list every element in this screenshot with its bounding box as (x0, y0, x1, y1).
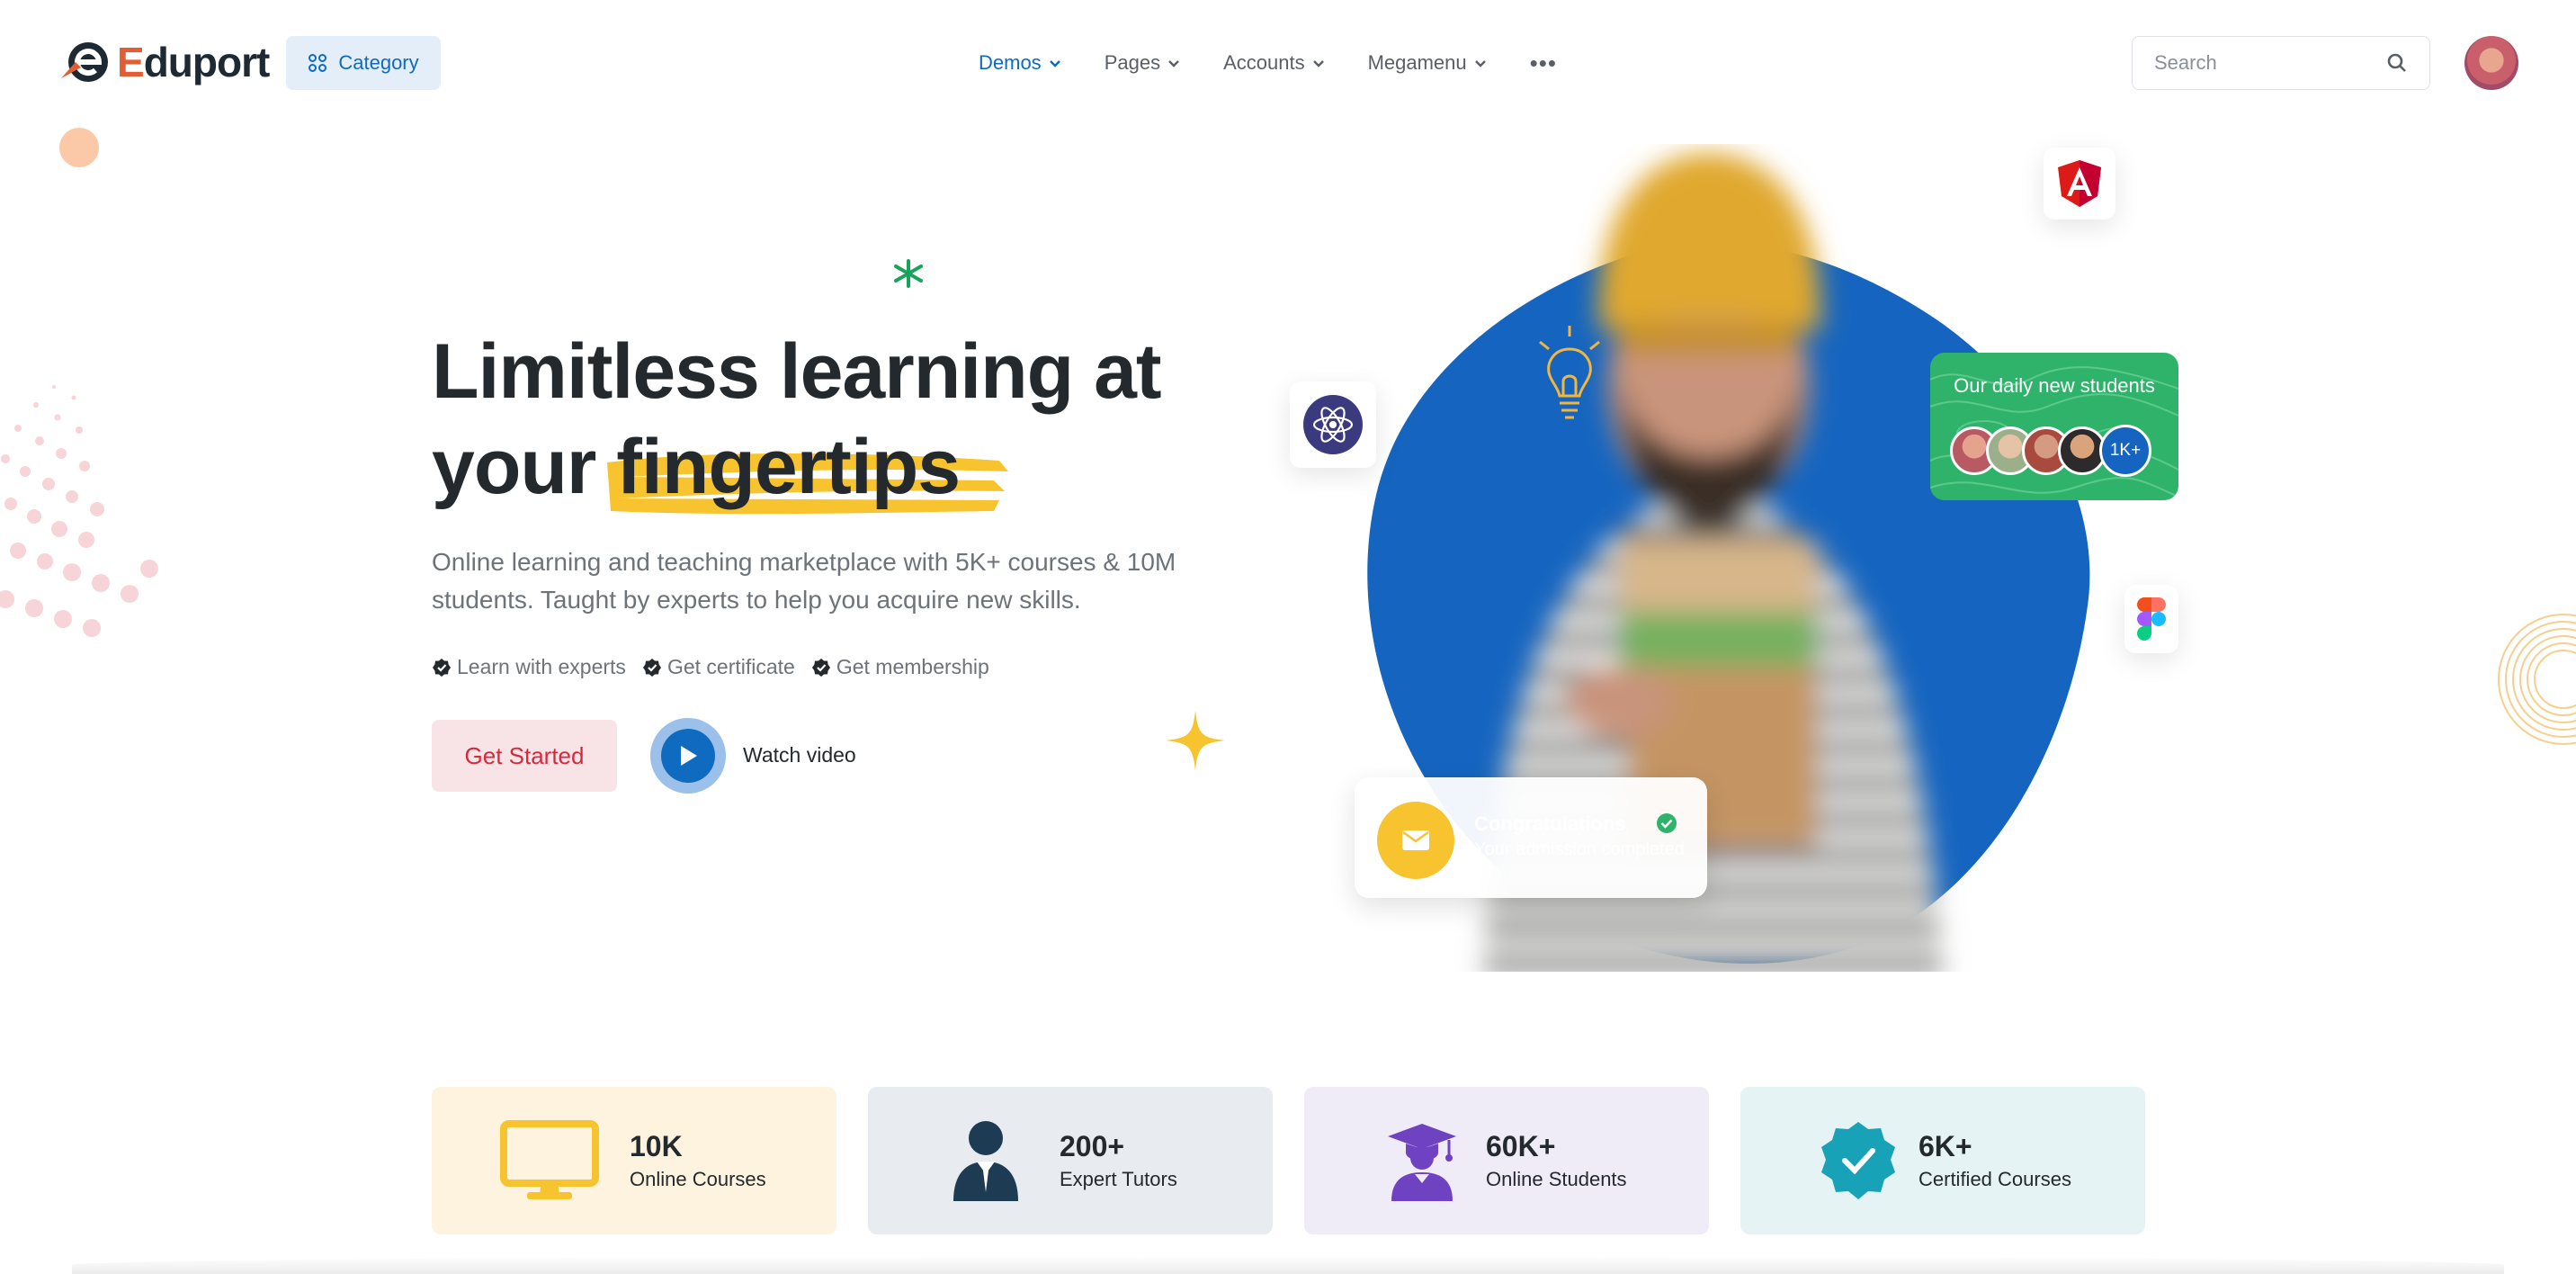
certificate-badge-icon (1821, 1122, 1895, 1199)
user-avatar[interactable] (2464, 36, 2518, 90)
hero-features: Learn with experts Get certificate Get m… (432, 655, 989, 679)
patch-check-icon (433, 658, 451, 677)
decor-peach-dot (59, 128, 99, 167)
react-atom-badge (1303, 395, 1363, 454)
main-nav: Demos Pages Accounts Megamenu ••• (979, 36, 1557, 90)
hero-title: Limitless learning at your fingertips (432, 324, 1241, 515)
nav-pages-label: Pages (1104, 51, 1161, 74)
stat-card-tutors: 200+ Expert Tutors (868, 1087, 1273, 1234)
brand-name-initial: E (117, 39, 145, 85)
play-icon (681, 746, 697, 766)
envelope-icon (1402, 830, 1429, 850)
nav-demos[interactable]: Demos (979, 51, 1061, 75)
play-button-inner (661, 729, 715, 783)
hero-description: Online learning and teaching marketplace… (432, 548, 1176, 614)
decor-green-star-icon (894, 259, 923, 288)
nav-megamenu[interactable]: Megamenu (1368, 51, 1487, 75)
patch-check-icon (642, 658, 661, 677)
stat-label: Online Students (1486, 1168, 1627, 1190)
more-menu-icon[interactable]: ••• (1530, 51, 1557, 75)
feature-item: Get certificate (642, 655, 795, 679)
stat-card-courses: 10K Online Courses (432, 1087, 836, 1234)
brand-logo[interactable]: Eduport (58, 36, 271, 88)
nav-megamenu-label: Megamenu (1367, 51, 1467, 74)
nav-demos-label: Demos (979, 51, 1042, 74)
hero-title-line1: Limitless learning at (432, 328, 1162, 415)
chevron-down-icon (1312, 60, 1324, 67)
decor-yellow-sparkle-icon (1166, 711, 1225, 770)
logo-icon (61, 42, 108, 82)
watch-video-link[interactable]: Watch video (743, 743, 856, 767)
graduate-icon (1388, 1124, 1456, 1201)
chevron-down-icon (1049, 60, 1060, 67)
figma-icon (2137, 597, 2166, 641)
chevron-down-icon (1168, 60, 1179, 67)
stat-value: 10K (630, 1130, 683, 1162)
feature-label: Get certificate (666, 655, 795, 678)
feature-item: Learn with experts (432, 655, 626, 679)
stat-card-certified: 6K+ Certified Courses (1740, 1087, 2145, 1234)
daily-students-card: Our daily new students 1K+ (1930, 353, 2178, 500)
bottom-shadow (72, 1256, 2504, 1274)
nav-accounts-label: Accounts (1223, 51, 1305, 74)
category-label: Category (338, 51, 419, 74)
site-header: Eduport Category Demos Pages Accounts Me… (0, 0, 2576, 126)
envelope-badge (1377, 802, 1454, 879)
stat-card-students: 60K+ Online Students (1304, 1087, 1709, 1234)
tutor-icon (953, 1121, 1018, 1201)
congrats-title: Congratulations (1474, 812, 1626, 835)
stat-label: Expert Tutors (1060, 1168, 1177, 1190)
hero-title-highlight-wrap: fingertips (607, 419, 1009, 515)
nav-pages[interactable]: Pages (1105, 51, 1180, 75)
stat-label: Online Courses (630, 1168, 766, 1190)
figma-logo-card (2124, 585, 2178, 653)
congrats-subtitle: Your admission completed (1474, 839, 1685, 859)
nav-accounts[interactable]: Accounts (1223, 51, 1325, 75)
brand-name: Eduport (117, 38, 271, 86)
check-circle-icon (1657, 813, 1677, 833)
students-card-title: Our daily new students (1954, 374, 2155, 397)
get-started-button[interactable]: Get Started (432, 720, 617, 792)
stat-value: 200+ (1060, 1130, 1125, 1162)
stat-value: 60K+ (1486, 1130, 1556, 1162)
decor-orange-rings (2498, 614, 2576, 745)
feature-item: Get membership (811, 655, 989, 679)
react-atom-card (1290, 381, 1376, 468)
hero-title-highlight: fingertips (616, 424, 961, 510)
stat-icon-wrap (1373, 1119, 1471, 1202)
grid-icon (309, 54, 327, 72)
brand-name-rest: duport (143, 39, 271, 85)
chevron-down-icon (1474, 60, 1486, 67)
category-button[interactable]: Category (286, 36, 441, 90)
new-students-count-badge: 1K+ (2099, 425, 2151, 477)
feature-label: Get membership (836, 655, 989, 678)
search-placeholder: Search (2154, 51, 2217, 74)
stat-icon-wrap (500, 1119, 599, 1202)
search-icon[interactable] (2386, 52, 2408, 74)
stat-icon-wrap (936, 1119, 1035, 1202)
atom-icon (1312, 407, 1354, 443)
decor-dot-pattern (0, 385, 158, 637)
feature-label: Learn with experts (457, 655, 626, 678)
stat-value: 6K+ (1919, 1130, 1972, 1162)
congratulations-card: Congratulations Your admission completed (1355, 777, 1707, 898)
angular-logo-card (2044, 148, 2115, 220)
stat-icon-wrap (1809, 1119, 1908, 1202)
patch-check-icon (811, 658, 830, 677)
monitor-icon (500, 1120, 599, 1199)
stat-label: Certified Courses (1919, 1168, 2071, 1190)
lightbulb-icon (1539, 326, 1600, 419)
play-video-button[interactable] (650, 718, 726, 794)
angular-icon (2058, 160, 2101, 207)
search-input[interactable]: Search (2132, 36, 2430, 90)
hero-title-word: your (432, 424, 596, 510)
